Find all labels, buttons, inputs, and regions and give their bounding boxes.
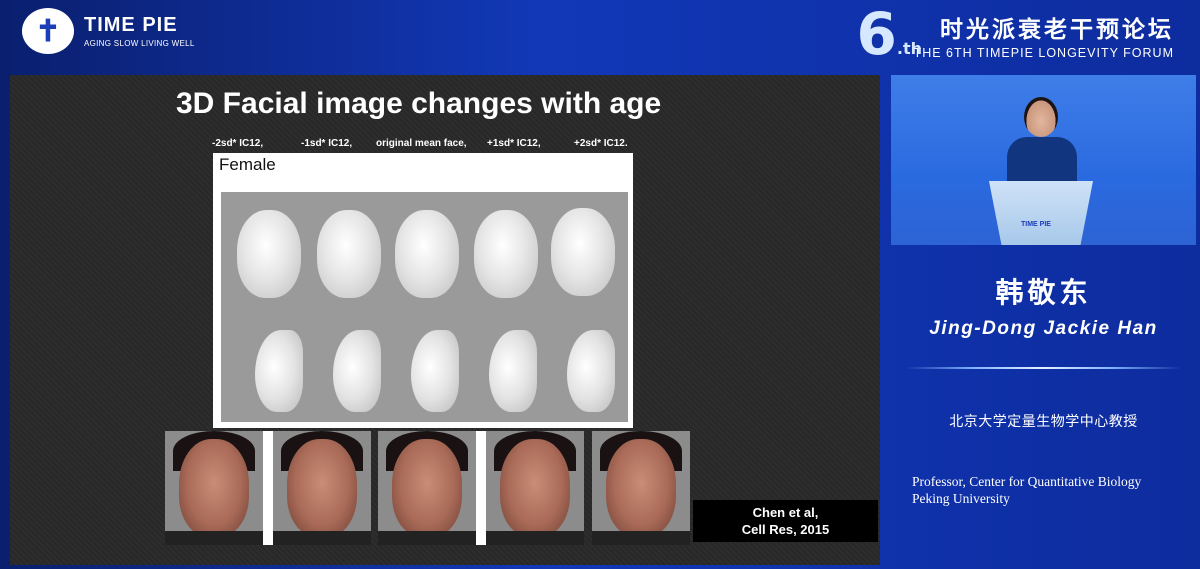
logo-subtitle: AGING SLOW LIVING WELL <box>84 39 195 48</box>
forum-title-en: THE 6TH TIMEPIE LONGEVITY FORUM <box>913 46 1174 60</box>
column-labels: -2sd* IC12, -1sd* IC12, original mean fa… <box>190 138 650 152</box>
speaker-head <box>1024 97 1058 137</box>
forum-banner: 6.th 时光派衰老干预论坛 THE 6TH TIMEPIE LONGEVITY… <box>857 0 1174 68</box>
podium-logo: TIME PIE <box>1021 221 1051 228</box>
face-photo <box>273 431 371 545</box>
3d-face-profile <box>567 330 615 412</box>
speaker-name-en: Jing-Dong Jackie Han <box>929 318 1158 339</box>
forum-title-cn: 时光派衰老干预论坛 <box>940 16 1174 42</box>
photo-divider <box>263 431 273 545</box>
podium <box>989 181 1093 245</box>
3d-face-front <box>237 210 301 298</box>
3d-face-profile <box>411 330 459 412</box>
3d-face-front <box>474 210 538 298</box>
photo-divider <box>476 431 486 545</box>
citation-box: Chen et al, Cell Res, 2015 <box>693 500 878 542</box>
3d-face-front <box>395 210 459 298</box>
3d-face-profile <box>333 330 381 412</box>
logo-title: TIME PIE <box>84 14 178 36</box>
speaker-title-en: Professor, Center for Quantitative Biolo… <box>912 474 1142 506</box>
column-label: -2sd* IC12, <box>212 138 264 149</box>
3d-face-front <box>317 210 381 298</box>
3d-face-profile <box>255 330 303 412</box>
speaker-panel: TIME PIE 韩敬东 Jing-Dong Jackie Han 北京大学定量… <box>891 75 1196 565</box>
face-photo <box>592 431 690 545</box>
timepie-logo: ✝ TIME PIE AGING SLOW LIVING WELL <box>22 8 195 54</box>
face-model-panel: Female <box>213 153 633 428</box>
forum-number: 6.th <box>856 0 922 68</box>
panel-label: Female <box>219 155 276 174</box>
face-photo <box>378 431 476 545</box>
presentation-slide: 3D Facial image changes with age -2sd* I… <box>10 75 880 565</box>
face-photo <box>165 431 263 545</box>
citation-line: Cell Res, 2015 <box>741 522 830 537</box>
column-label: -1sd* IC12, <box>301 138 353 149</box>
speaker-title-cn: 北京大学定量生物学中心教授 <box>949 413 1138 429</box>
column-label: +1sd* IC12, <box>487 138 541 149</box>
speaker-name-cn: 韩敬东 <box>995 277 1092 308</box>
face-photo-strip <box>165 431 690 547</box>
timepie-logo-icon: ✝ <box>22 8 74 54</box>
3d-face-front <box>551 208 615 296</box>
slide-title: 3D Facial image changes with age <box>176 87 662 120</box>
3d-face-profile <box>489 330 537 412</box>
face-photo <box>486 431 584 545</box>
name-divider <box>905 367 1181 369</box>
face-model-grid <box>221 192 628 422</box>
column-label: +2sd* IC12. <box>574 138 628 149</box>
column-label: original mean face, <box>376 138 467 149</box>
speaker-video: TIME PIE <box>891 75 1196 245</box>
citation-line: Chen et al, <box>752 505 819 520</box>
